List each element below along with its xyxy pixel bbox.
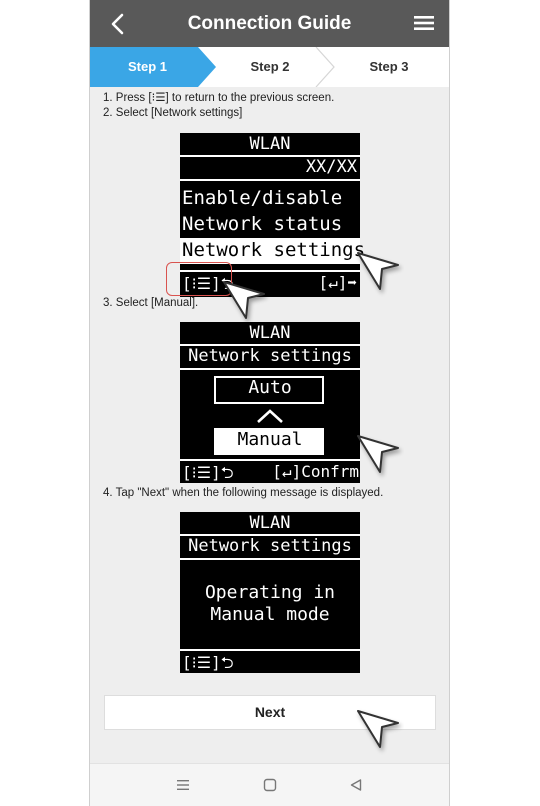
hamburger-menu-icon (414, 16, 434, 30)
instruction-2: 2. Select [Network settings] (103, 107, 243, 119)
step-1-tab: Step 1 (127, 59, 167, 74)
home-icon[interactable] (263, 778, 277, 792)
app-header: Connection Guide (90, 0, 449, 47)
chevron-left-icon (111, 13, 124, 35)
back-button[interactable] (104, 9, 134, 39)
instruction-4: 4. Tap "Next" when the following message… (103, 487, 384, 499)
screen2-subtitle: Network settings (188, 346, 352, 366)
screen2-title: WLAN (249, 323, 291, 343)
screen3-subtitle: Network settings (188, 536, 352, 556)
step-2-tab: Step 2 (250, 59, 290, 74)
device-screen-3: WLAN Network settings Operating in Manua… (180, 512, 360, 673)
screen1-item-status: Network status (182, 213, 343, 235)
screen3-message-line1: Operating in (204, 582, 336, 603)
up-arrow-icon (257, 409, 283, 423)
back-icon[interactable] (349, 778, 363, 792)
recent-apps-icon[interactable] (176, 778, 190, 792)
device-screen-2: WLAN Network settings Auto Manual [⁝☰]⮌ … (180, 322, 360, 483)
screen2-footer-confirm: [↵]Confrm (272, 462, 359, 481)
screen2-option-manual-label: Manual (237, 429, 303, 450)
pointer-arrow-icon (357, 710, 399, 748)
screen1-value: XX/XX (305, 157, 357, 177)
pointer-arrow-icon (357, 435, 399, 473)
instruction-1: 1. Press [⁝☰] to return to the previous … (103, 92, 335, 104)
screen1-title: WLAN (249, 134, 291, 154)
step-3-tab: Step 3 (369, 59, 409, 74)
menu-button[interactable] (413, 13, 435, 33)
screen1-item-enable: Enable/disable (182, 187, 343, 209)
instruction-3: 3. Select [Manual]. (103, 297, 199, 309)
screen3-title: WLAN (249, 513, 291, 533)
phone-screen: Connection Guide Step 1 Step 2 Step 3 1.… (89, 0, 450, 806)
page-title: Connection Guide (187, 13, 352, 34)
screen1-item-settings-selected: Network settings (182, 239, 366, 261)
pointer-arrow-icon (357, 252, 399, 290)
screen3-footer-back: [⁝☰]⮌ (182, 653, 234, 672)
android-nav-bar (90, 763, 449, 806)
pointer-arrow-icon (223, 281, 265, 319)
screen3-message-line2: Manual mode (210, 604, 330, 625)
screen2-option-auto-label: Auto (248, 377, 292, 398)
step-indicator: Step 1 Step 2 Step 3 (90, 47, 449, 87)
